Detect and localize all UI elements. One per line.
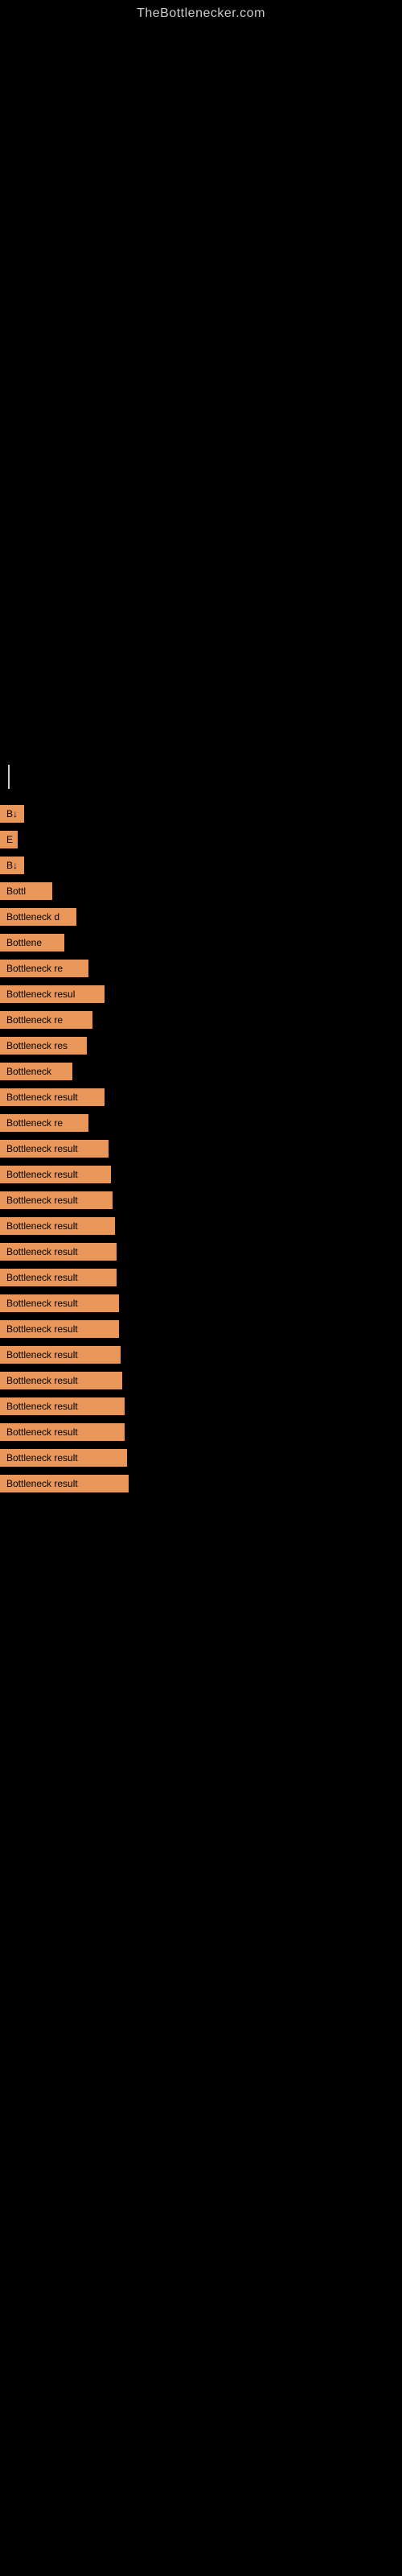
result-label: Bottleneck result (0, 1088, 105, 1106)
result-item[interactable]: Bottleneck result (0, 1166, 402, 1183)
result-label: Bottleneck (0, 1063, 72, 1080)
result-label: Bottleneck re (0, 1114, 88, 1132)
result-item[interactable]: Bottleneck re (0, 960, 402, 977)
result-item[interactable]: Bottleneck result (0, 1088, 402, 1106)
result-label: Bottleneck result (0, 1372, 122, 1389)
result-item[interactable]: Bottleneck result (0, 1243, 402, 1261)
result-item[interactable]: Bottleneck result (0, 1294, 402, 1312)
result-item[interactable]: Bottleneck res (0, 1037, 402, 1055)
result-label: Bottleneck d (0, 908, 76, 926)
top-area (0, 24, 402, 394)
result-item[interactable]: Bottleneck re (0, 1114, 402, 1132)
result-label: E (0, 831, 18, 848)
result-label: Bottl (0, 882, 52, 900)
result-label: Bottleneck re (0, 960, 88, 977)
result-item[interactable]: Bottleneck result (0, 1397, 402, 1415)
result-item[interactable]: B↓ (0, 857, 402, 874)
result-item[interactable]: Bottleneck result (0, 1423, 402, 1441)
result-label: Bottleneck result (0, 1294, 119, 1312)
result-item[interactable]: B↓ (0, 805, 402, 823)
result-label: Bottleneck result (0, 1449, 127, 1467)
result-item[interactable]: Bottleneck result (0, 1217, 402, 1235)
result-label: Bottleneck result (0, 1346, 121, 1364)
result-item[interactable]: Bottleneck result (0, 1140, 402, 1158)
result-label: Bottleneck resul (0, 985, 105, 1003)
result-label: Bottleneck result (0, 1140, 109, 1158)
result-label: Bottleneck result (0, 1475, 129, 1492)
separator-line (8, 765, 10, 789)
result-label: Bottleneck result (0, 1191, 113, 1209)
result-label: Bottleneck re (0, 1011, 92, 1029)
result-item[interactable]: Bottleneck result (0, 1191, 402, 1209)
site-title: TheBottlenecker.com (0, 0, 402, 24)
site-header: TheBottlenecker.com (0, 0, 402, 24)
result-item[interactable]: Bottleneck result (0, 1269, 402, 1286)
result-item[interactable]: Bottleneck resul (0, 985, 402, 1003)
result-item[interactable]: Bottleneck result (0, 1372, 402, 1389)
result-label: Bottleneck result (0, 1423, 125, 1441)
result-label: Bottleneck result (0, 1166, 111, 1183)
result-item[interactable]: Bottleneck result (0, 1320, 402, 1338)
result-label: Bottlene (0, 934, 64, 952)
result-label: Bottleneck res (0, 1037, 87, 1055)
result-item[interactable]: Bottleneck result (0, 1346, 402, 1364)
result-label: Bottleneck result (0, 1269, 117, 1286)
result-item[interactable]: E (0, 831, 402, 848)
result-item[interactable]: Bottl (0, 882, 402, 900)
results-container: B↓ E B↓ Bottl Bottleneck d Bottlene Bottleneck… (0, 805, 402, 1492)
result-label: B↓ (0, 805, 24, 823)
result-item[interactable]: Bottleneck re (0, 1011, 402, 1029)
result-item[interactable]: Bottlene (0, 934, 402, 952)
result-label: Bottleneck result (0, 1397, 125, 1415)
result-label: B↓ (0, 857, 24, 874)
result-item[interactable]: Bottleneck result (0, 1449, 402, 1467)
result-item[interactable]: Bottleneck result (0, 1475, 402, 1492)
result-label: Bottleneck result (0, 1320, 119, 1338)
result-label: Bottleneck result (0, 1243, 117, 1261)
result-item[interactable]: Bottleneck (0, 1063, 402, 1080)
result-item[interactable]: Bottleneck d (0, 908, 402, 926)
result-label: Bottleneck result (0, 1217, 115, 1235)
